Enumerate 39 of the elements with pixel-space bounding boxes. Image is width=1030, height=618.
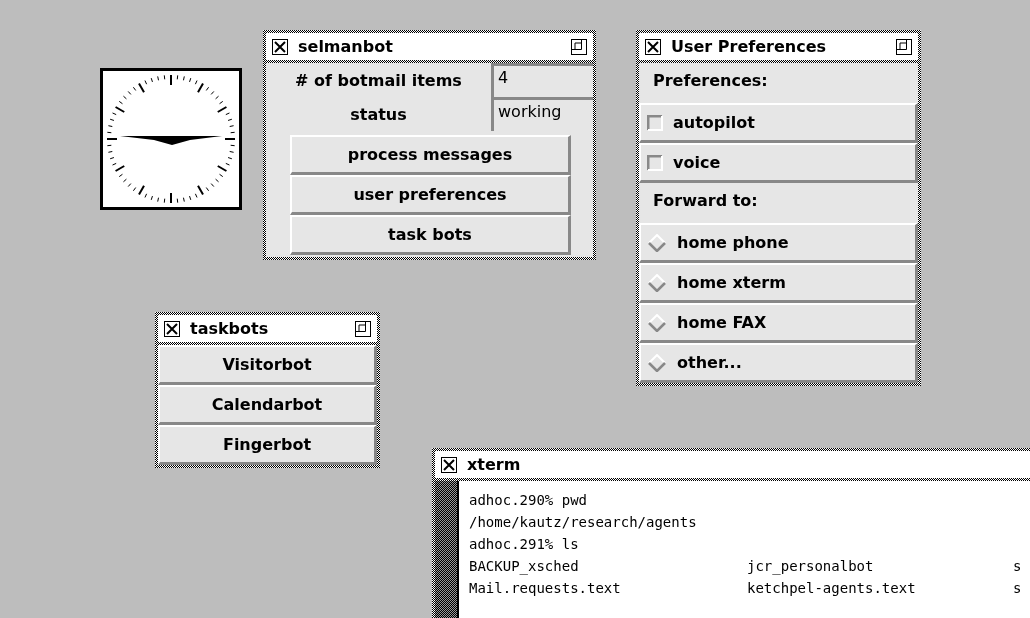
window-title: xterm xyxy=(467,455,522,474)
action-button[interactable]: task bots xyxy=(290,215,571,255)
section-label: Forward to: xyxy=(652,190,759,212)
checkbox-option[interactable]: autopilot xyxy=(639,103,918,143)
value-field: 4 xyxy=(491,63,593,97)
terminal-line: /home/kautz/research/agents xyxy=(469,513,698,532)
taskbot-button[interactable]: Calendarbot xyxy=(158,385,377,425)
window-title: User Preferences xyxy=(671,37,828,56)
field-label: status xyxy=(349,104,408,124)
radio-option[interactable]: home xterm xyxy=(639,263,918,303)
action-button[interactable]: process messages xyxy=(290,135,571,175)
close-icon[interactable] xyxy=(272,38,288,55)
radio-option[interactable]: other... xyxy=(639,343,918,383)
terminal-line: adhoc.291% ls xyxy=(469,535,580,554)
file-name: BACKUP_xsched xyxy=(469,557,580,577)
file-name: s xyxy=(1013,557,1022,576)
field-label: # of botmail items xyxy=(294,70,463,90)
action-button[interactable]: user preferences xyxy=(290,175,571,215)
maximize-icon[interactable] xyxy=(571,38,587,55)
scrollbar[interactable] xyxy=(435,481,459,618)
file-name: s xyxy=(1013,579,1022,598)
checkbox-option[interactable]: voice xyxy=(639,143,918,183)
close-icon[interactable] xyxy=(164,320,180,337)
maximize-icon[interactable] xyxy=(896,38,912,55)
value-field: working xyxy=(491,97,593,131)
terminal-line: adhoc.290% pwd xyxy=(469,491,588,510)
file-name: ketchpel-agents.text xyxy=(747,579,917,598)
close-icon[interactable] xyxy=(441,456,457,473)
window-title: selmanbot xyxy=(298,37,394,56)
file-name: jcr_personalbot xyxy=(747,557,875,577)
close-icon[interactable] xyxy=(645,38,661,55)
radio-option[interactable]: home FAX xyxy=(639,303,918,343)
maximize-icon[interactable] xyxy=(355,320,371,337)
radio-option[interactable]: home phone xyxy=(639,223,918,263)
file-name: Mail.requests.text xyxy=(469,579,622,598)
section-label: Preferences: xyxy=(652,70,769,92)
window-title: taskbots xyxy=(190,319,270,338)
taskbot-button[interactable]: Fingerbot xyxy=(158,425,377,465)
taskbot-button[interactable]: Visitorbot xyxy=(158,345,377,385)
